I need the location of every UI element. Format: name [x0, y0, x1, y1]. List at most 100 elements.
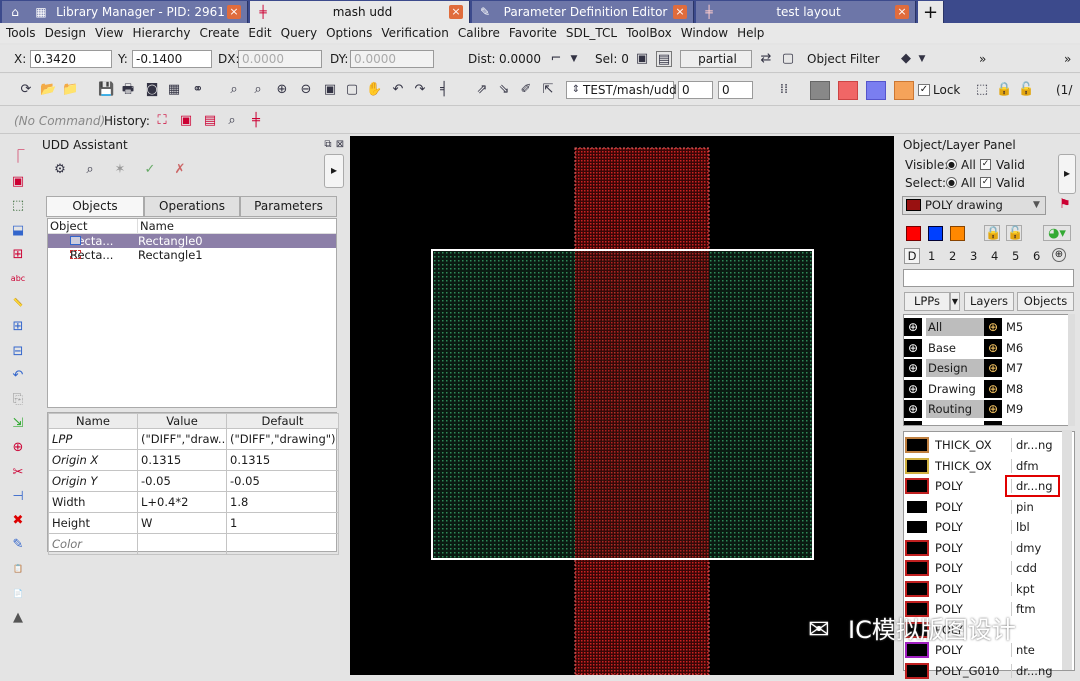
prop-value[interactable]: -0.05 [138, 471, 227, 492]
select-mode-icon[interactable]: ▣ [634, 51, 650, 67]
add-level-icon[interactable]: ⊕ [1052, 248, 1066, 262]
layout-canvas[interactable] [350, 136, 894, 675]
menu-item-query[interactable]: Query [281, 26, 317, 40]
stretch-icon[interactable]: ⇲ [10, 416, 26, 432]
layer-row[interactable]: THICK_OXdfm [903, 456, 1058, 477]
table-row[interactable]: Origin Y-0.05-0.05 [49, 471, 339, 492]
palette-icon[interactable]: ◕▾ [1043, 225, 1071, 241]
layer-row[interactable]: POLYdmy [903, 538, 1058, 559]
visible-all-radio[interactable]: ● [946, 159, 957, 170]
visible-valid-checkbox[interactable]: ✓ [980, 159, 991, 170]
layer-row[interactable]: POLY_G010dr...ng [903, 661, 1058, 681]
layer-search-input[interactable] [903, 269, 1074, 287]
previous-view-icon[interactable]: ↶ [390, 82, 406, 98]
layer-row[interactable]: POLYpin [903, 497, 1058, 518]
tab-parameters[interactable]: Parameters [240, 196, 337, 217]
brush-icon[interactable]: ◆ [898, 51, 914, 67]
overflow-icon[interactable]: » [979, 51, 986, 67]
level-4-button[interactable]: 4 [991, 249, 998, 263]
zoom-select-icon[interactable]: ▢ [344, 82, 360, 98]
clipboard-icon[interactable]: 📄 [10, 586, 26, 602]
layer-row[interactable]: THICK_OXdr...ng [903, 435, 1058, 456]
prop-value[interactable] [138, 534, 227, 555]
level-1-button[interactable]: 1 [928, 249, 935, 263]
layer-set-item[interactable]: ⊕System [904, 420, 984, 427]
overflow-icon[interactable]: » [1064, 51, 1071, 67]
close-icon[interactable]: ⊠ [332, 137, 348, 153]
menu-item-options[interactable]: Options [326, 26, 372, 40]
layer-row[interactable]: POLYlbl [903, 517, 1058, 538]
table-row[interactable]: LPP("DIFF","draw...("DIFF","drawing") [49, 429, 339, 450]
prop-value[interactable]: 0.1315 [138, 450, 227, 471]
edit-icon[interactable]: ✎ [10, 537, 26, 553]
prop-value[interactable]: ("DIFF","draw... [138, 429, 227, 450]
menu-item-toolbox[interactable]: ToolBox [626, 26, 672, 40]
zoom-icon[interactable]: ⌕ [224, 113, 240, 129]
level-6-button[interactable]: 6 [1033, 249, 1040, 263]
color-orange-button[interactable] [894, 81, 914, 100]
unlock-icon[interactable]: 🔓 [1018, 82, 1034, 98]
save-icon[interactable]: 💾 [98, 82, 114, 98]
split-icon[interactable]: ⊣ [10, 489, 26, 505]
merge-icon[interactable]: ⊕ [10, 440, 26, 456]
layer-set-item[interactable]: ⊕M9 [984, 399, 1068, 419]
zoom-2x-icon[interactable]: ⌕ [250, 82, 266, 98]
current-layer-select[interactable]: POLY drawing ▼ [902, 196, 1046, 215]
close-icon[interactable]: × [895, 5, 909, 19]
table-row[interactable]: Origin X0.13150.1315 [49, 450, 339, 471]
zoom-fit-icon[interactable]: ▣ [322, 82, 338, 98]
color-red-button[interactable] [838, 81, 858, 100]
refresh-icon[interactable]: ⟳ [18, 82, 34, 98]
chevron-down-icon[interactable]: ▼ [914, 51, 930, 67]
menu-item-calibre[interactable]: Calibre [458, 26, 500, 40]
link-icon[interactable]: ⚭ [190, 82, 206, 98]
menu-item-view[interactable]: View [95, 26, 123, 40]
table-icon[interactable]: ▦ [166, 82, 182, 98]
cancel-icon[interactable]: ✗ [170, 162, 190, 182]
new-tab-button[interactable]: + [918, 1, 944, 23]
level-to-field[interactable]: 0 [718, 81, 753, 99]
lpps-button[interactable]: LPPs [904, 292, 950, 311]
more-icon[interactable]: ▲ [10, 610, 26, 626]
view-icon[interactable]: ▤ [202, 113, 218, 129]
level-2-button[interactable]: 2 [949, 249, 956, 263]
zoom-in-icon[interactable]: ⊕ [274, 82, 290, 98]
settings-icon[interactable]: ⚙ [50, 162, 70, 182]
pan-icon[interactable]: ✋ [366, 82, 382, 98]
layers-tab[interactable]: Layers [964, 292, 1014, 311]
layer-tool-icon[interactable]: ⚑ [1057, 197, 1073, 213]
via-icon[interactable]: ⬓ [10, 223, 26, 239]
chevron-down-icon[interactable]: ▼ [950, 292, 960, 311]
instance-icon[interactable]: ⊞ [10, 247, 26, 263]
filter-toggle-icon[interactable]: ▢ [780, 51, 796, 67]
grid-icon[interactable]: ⁞⁞ [776, 82, 792, 98]
objects-tab[interactable]: Objects [1017, 292, 1074, 311]
table-row[interactable]: WidthL+0.4*21.8 [49, 492, 339, 513]
open-icon[interactable]: 📂 [40, 82, 56, 98]
table-row[interactable]: HeightW1 [49, 513, 339, 534]
search-icon[interactable]: ⌕ [80, 162, 100, 182]
menu-item-design[interactable]: Design [45, 26, 86, 40]
menu-item-help[interactable]: Help [737, 26, 764, 40]
fit-icon[interactable]: ⛶ [154, 113, 170, 129]
snap-icon[interactable]: ⌐ [548, 51, 564, 67]
tab-test-layout[interactable]: ╪ test layout × [696, 1, 916, 23]
select-mode-field[interactable]: partial [680, 50, 752, 68]
tab-library-manager[interactable]: ⌂ ▦ Library Manager - PID: 2961 × [2, 1, 248, 23]
ruler-icon[interactable]: ╪ [248, 113, 264, 129]
table-row[interactable]: Recta... Rectangle0 [48, 234, 336, 248]
menu-item-verification[interactable]: Verification [381, 26, 448, 40]
polygon-icon[interactable]: ⬚ [10, 198, 26, 214]
ruler-icon[interactable]: 📏 [10, 295, 26, 311]
level-5-button[interactable]: 5 [1012, 249, 1019, 263]
layer-set-item[interactable]: ⊕All [904, 317, 984, 337]
menu-item-favorite[interactable]: Favorite [509, 26, 557, 40]
layer-scrollbar[interactable] [1062, 430, 1072, 670]
menu-item-tools[interactable]: Tools [6, 26, 36, 40]
close-icon[interactable]: × [673, 5, 687, 19]
cut-icon[interactable]: ✂ [10, 465, 26, 481]
select-valid-checkbox[interactable]: ✓ [980, 177, 991, 188]
text-icon[interactable]: abc [10, 271, 26, 287]
hier-down-icon[interactable]: ⇘ [496, 82, 512, 98]
x-field[interactable]: 0.3420 [30, 50, 112, 68]
